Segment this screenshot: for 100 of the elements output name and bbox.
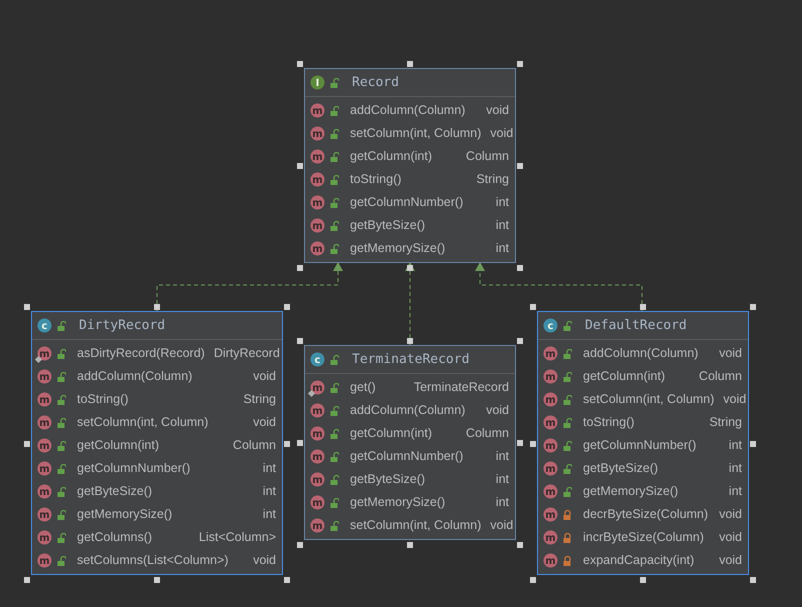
resize-handle[interactable]	[640, 577, 646, 583]
resize-handle[interactable]	[750, 440, 756, 446]
return-type: int	[262, 506, 276, 524]
open-lock-icon	[330, 78, 339, 88]
resize-handle[interactable]	[517, 265, 523, 271]
method-badge-icon: m	[543, 484, 558, 499]
resize-handle[interactable]	[297, 440, 303, 446]
method-signature: getColumn(int)	[350, 425, 432, 442]
return-type: void	[489, 125, 514, 142]
method-signature: getByteSize()	[350, 217, 426, 234]
resize-handle[interactable]	[407, 338, 413, 344]
return-type: TerminateRecord	[412, 379, 509, 396]
resize-handle[interactable]	[297, 61, 303, 67]
method-signature: addColumn(Column)	[77, 368, 192, 386]
return-type: String	[242, 391, 276, 408]
method-signature: getByteSize()	[350, 471, 426, 488]
resize-handle[interactable]	[297, 163, 303, 169]
class-node[interactable]	[537, 311, 749, 575]
resize-handle[interactable]	[297, 265, 303, 271]
class-name: Record	[352, 74, 399, 92]
class-node[interactable]: I Record m addColumn(Column) void m setColumn(int, Column) void m getColumn(int) Column m toString() String m getColumnNumber() int m getByteSize() int m getMemorySize() int	[304, 68, 516, 263]
method-badge-icon: m	[543, 507, 558, 522]
resize-handle[interactable]	[517, 542, 523, 548]
method-signature: getColumnNumber()	[583, 437, 696, 454]
method-badge-icon: m	[310, 241, 325, 256]
resize-handle[interactable]	[284, 577, 290, 583]
method-badge-icon: m	[37, 369, 52, 384]
return-type: int	[728, 437, 742, 454]
resize-handle[interactable]	[154, 577, 160, 583]
method-signature: expandCapacity(int)	[583, 552, 694, 570]
resize-handle[interactable]	[517, 440, 523, 446]
resize-handle[interactable]	[284, 440, 290, 446]
resize-handle[interactable]	[407, 61, 413, 67]
method-badge-icon: m	[543, 369, 558, 384]
resize-handle[interactable]	[297, 338, 303, 344]
return-type: void	[252, 414, 276, 432]
resize-handle[interactable]	[517, 163, 523, 169]
return-type: String	[475, 171, 509, 188]
resize-handle[interactable]	[530, 577, 536, 583]
resize-handle[interactable]	[24, 577, 30, 583]
method-signature: setColumn(int, Column)	[350, 125, 482, 142]
return-type: Column	[698, 368, 742, 386]
resize-handle[interactable]	[517, 61, 523, 67]
method-signature: setColumn(int, Column)	[77, 414, 208, 432]
return-type: void	[722, 391, 746, 408]
resize-handle[interactable]	[640, 304, 646, 310]
method-badge-icon: m	[543, 530, 558, 545]
method-signature: addColumn(Column)	[350, 402, 466, 420]
resize-handle[interactable]	[750, 577, 756, 583]
class-node[interactable]	[31, 311, 283, 575]
method-signature: setColumn(int, Column)	[583, 391, 714, 408]
method-badge-icon: m	[543, 461, 558, 476]
method-signature: toString()	[583, 414, 634, 432]
method-badge-icon: m	[37, 346, 52, 361]
return-type: int	[728, 460, 742, 478]
resize-handle[interactable]	[530, 440, 536, 446]
resize-handle[interactable]	[750, 304, 756, 310]
resize-handle[interactable]	[530, 304, 536, 310]
resize-handle[interactable]	[297, 542, 303, 548]
return-type: List<Column>	[198, 529, 276, 546]
method-signature: getMemorySize()	[583, 483, 678, 500]
resize-handle[interactable]	[517, 338, 523, 344]
method-signature: get()	[350, 379, 376, 396]
resize-handle[interactable]	[407, 265, 413, 271]
return-type: int	[494, 240, 509, 258]
return-type: Column	[232, 437, 276, 454]
class-node[interactable]: c TerminateRecord m get() TerminateRecord m addColumn(Column) void m getColumn(int) Column m getColumnNumber() int m getByteSize() int m getMemorySize() int m setColumn(int, Column) void	[304, 345, 516, 540]
method-badge-icon: m	[310, 403, 325, 418]
method-badge-icon: m	[310, 195, 325, 210]
method-badge-icon: m	[310, 495, 325, 510]
return-type: void	[485, 402, 509, 420]
resize-handle[interactable]	[154, 304, 160, 310]
resize-handle[interactable]	[24, 304, 30, 310]
return-type: void	[252, 368, 276, 386]
return-type: int	[262, 483, 276, 500]
method-badge-icon: m	[310, 518, 325, 533]
method-badge-icon: m	[37, 415, 52, 430]
return-type: int	[494, 471, 509, 488]
return-type: Column	[464, 425, 509, 442]
return-type: void	[485, 102, 509, 120]
method-signature: toString()	[77, 391, 128, 408]
method-signature: getColumnNumber()	[350, 194, 464, 212]
return-type: int	[494, 448, 509, 466]
open-lock-icon	[330, 354, 339, 364]
class-name: TerminateRecord	[352, 350, 470, 369]
return-type: int	[728, 483, 742, 500]
method-signature: decrByteSize(Column)	[583, 506, 708, 524]
method-signature: asDirtyRecord(Record)	[77, 345, 205, 362]
resize-handle[interactable]	[284, 304, 290, 310]
resize-handle[interactable]	[24, 440, 30, 446]
method-badge-icon: m	[37, 438, 52, 453]
method-badge-icon: m	[310, 172, 325, 187]
method-badge-icon: m	[37, 507, 52, 522]
resize-handle[interactable]	[407, 542, 413, 548]
return-type: int	[494, 217, 509, 234]
method-signature: addColumn(Column)	[583, 345, 698, 362]
return-type: Column	[464, 148, 509, 166]
return-type: void	[718, 506, 742, 524]
method-badge-icon: m	[543, 392, 558, 407]
method-signature: getByteSize()	[583, 460, 658, 478]
